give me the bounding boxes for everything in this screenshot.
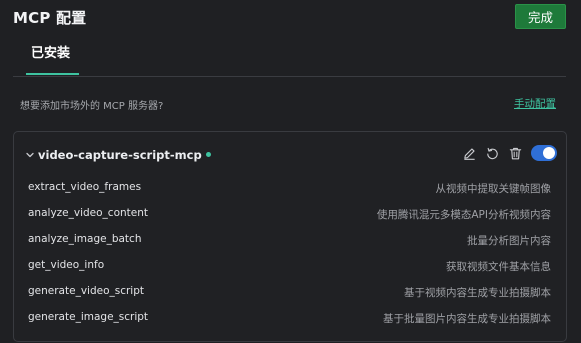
tool-list: extract_video_frames 从视频中提取关键帧图像 analyze… [14, 173, 566, 329]
toggle-knob [543, 147, 555, 159]
tool-description: 批量分析图片内容 [467, 235, 551, 247]
chevron-down-icon[interactable] [24, 149, 36, 161]
refresh-icon[interactable] [484, 145, 500, 161]
tool-description: 获取视频文件基本信息 [446, 261, 551, 273]
tool-row: analyze_video_content 使用腾讯混元多模态API分析视频内容 [14, 199, 566, 225]
tool-description: 基于批量图片内容生成专业拍摄脚本 [383, 313, 551, 325]
tool-name: analyze_video_content [28, 207, 149, 219]
trash-icon[interactable] [507, 145, 523, 161]
tool-description: 基于视频内容生成专业拍摄脚本 [404, 287, 551, 299]
status-indicator [205, 151, 211, 157]
enable-toggle[interactable] [531, 145, 557, 161]
done-button[interactable]: 完成 [515, 4, 566, 29]
tool-row: extract_video_frames 从视频中提取关键帧图像 [14, 173, 566, 199]
tool-row: get_video_info 获取视频文件基本信息 [14, 251, 566, 277]
tool-name: get_video_info [28, 259, 105, 271]
tool-name: generate_image_script [28, 311, 149, 323]
server-card-header: video-capture-script-mcp [24, 148, 211, 162]
mcp-config-panel: MCP 配置 完成 已安装 想要添加市场外的 MCP 服务器? 手动配置 vid… [0, 0, 581, 343]
tool-row: generate_image_script 基于批量图片内容生成专业拍摄脚本 [14, 303, 566, 329]
tool-description: 使用腾讯混元多模态API分析视频内容 [376, 209, 551, 221]
tool-name: generate_video_script [28, 285, 145, 297]
tool-name: analyze_image_batch [28, 233, 142, 245]
add-server-hint: 想要添加市场外的 MCP 服务器? [20, 101, 164, 112]
active-tab-indicator [26, 73, 79, 75]
tool-name: extract_video_frames [28, 181, 142, 193]
manual-config-link[interactable]: 手动配置 [514, 96, 556, 111]
page-title: MCP 配置 [13, 9, 87, 27]
tool-description: 从视频中提取关键帧图像 [435, 183, 552, 195]
server-name: video-capture-script-mcp [38, 148, 202, 162]
tool-row: generate_video_script 基于视频内容生成专业拍摄脚本 [14, 277, 566, 303]
server-actions [454, 145, 557, 161]
server-card: video-capture-script-mcp extract_video_f… [13, 131, 567, 342]
tab-divider [13, 76, 566, 77]
tab-installed[interactable]: 已安装 [31, 42, 70, 61]
tool-row: analyze_image_batch 批量分析图片内容 [14, 225, 566, 251]
pencil-icon[interactable] [461, 145, 477, 161]
